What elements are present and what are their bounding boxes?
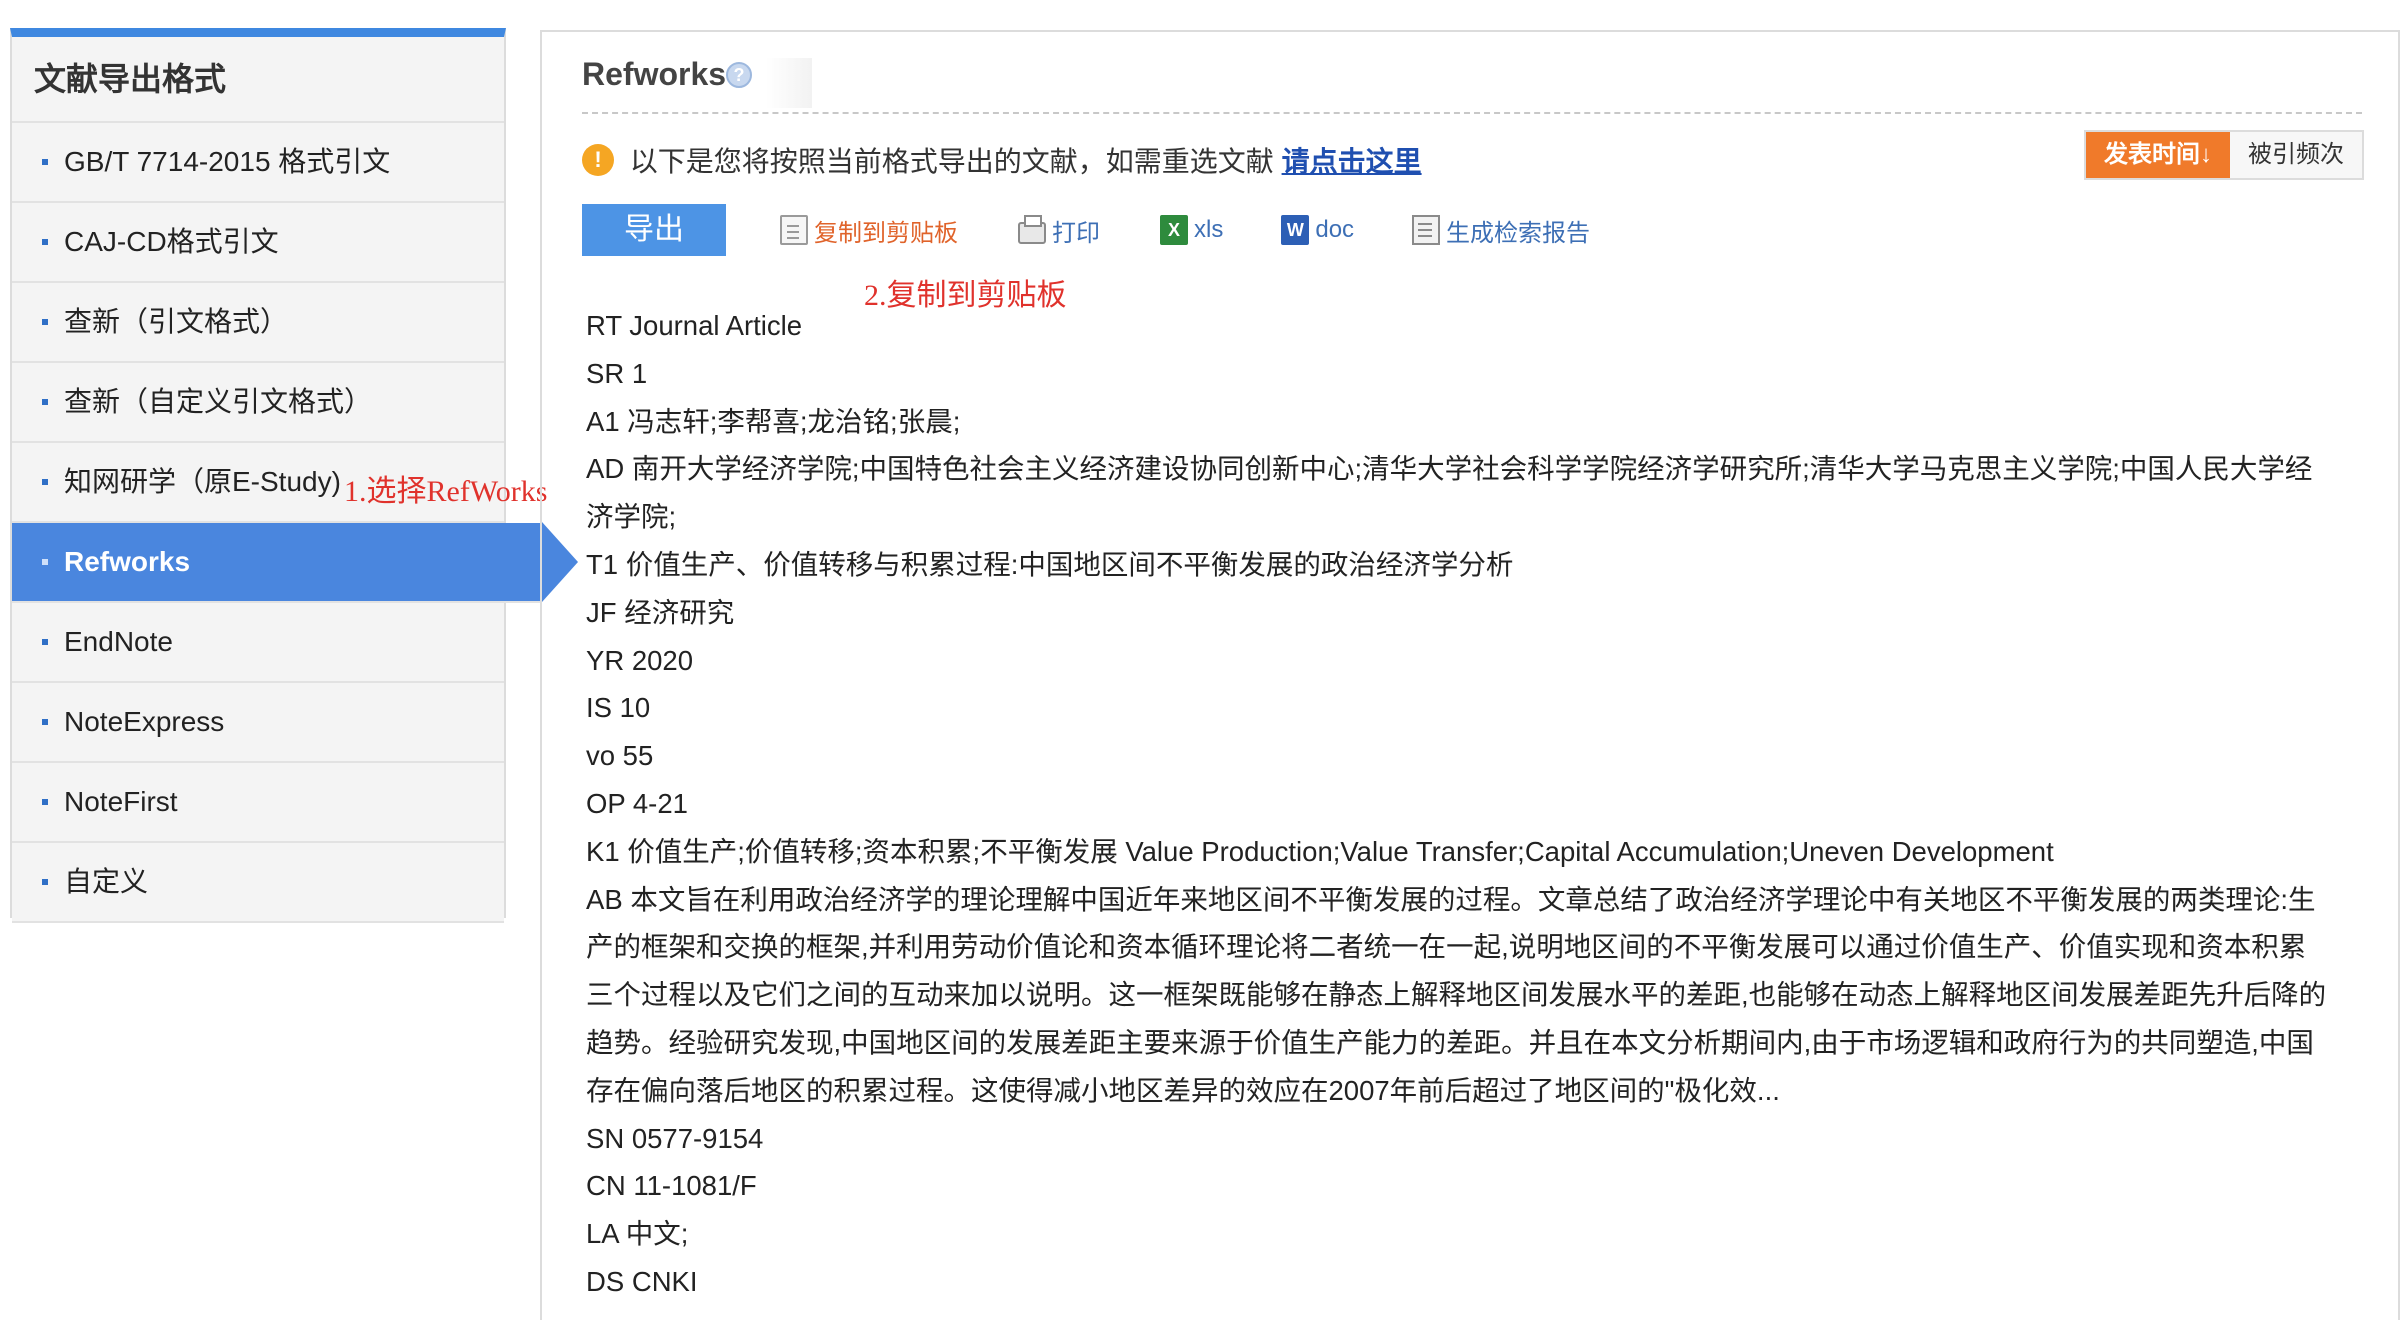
sidebar-item-novelty-custom[interactable]: 查新（自定义引文格式） [12, 363, 504, 443]
copy-label: 复制到剪贴板 [814, 219, 958, 247]
record-line: RT Journal Article [586, 310, 803, 341]
record-line: T1 价值生产、价值转移与积累过程:中国地区间不平衡发展的政治经济学分析 [586, 548, 1514, 580]
main-panel: Refworks ? ! 以下是您将按照当前格式导出的文献，如需重选文献 请点击… [540, 30, 2400, 1320]
page-title: Refworks [582, 56, 727, 92]
sidebar-item-label: NoteExpress [64, 706, 225, 737]
record-line: JF 经济研究 [586, 596, 735, 628]
export-toolbar: 导出 复制到剪贴板 打印 X xls W doc 生成检索报告 [582, 204, 1590, 256]
reselect-link[interactable]: 请点击这里 [1282, 146, 1422, 177]
record-line: SR 1 [586, 357, 648, 389]
print-button[interactable]: 打印 [1018, 213, 1100, 248]
notice-text: 以下是您将按照当前格式导出的文献，如需重选文献 [629, 146, 1274, 177]
sidebar-item-novelty-citation[interactable]: 查新（引文格式） [12, 283, 504, 363]
sidebar-item-custom[interactable]: 自定义 [12, 843, 504, 923]
sidebar-item-notefirst[interactable]: NoteFirst [12, 763, 504, 843]
word-icon: W [1281, 215, 1310, 245]
bullet-icon [42, 639, 48, 645]
record-line: 济学院; [586, 501, 677, 533]
sidebar-item-label: 查新（自定义引文格式） [64, 386, 373, 417]
record-line: DS CNKI [586, 1265, 698, 1297]
report-icon [1412, 215, 1441, 245]
export-doc-button[interactable]: W doc [1281, 215, 1354, 245]
annotation-step1: 1.选择RefWorks [344, 475, 548, 508]
sidebar-item-label: Refworks [64, 546, 191, 577]
record-line: LA 中文; [586, 1218, 689, 1250]
bullet-icon [42, 159, 48, 165]
record-line: YR 2020 [586, 644, 694, 676]
record-line: IS 10 [586, 692, 651, 724]
sort-group: 发表时间↓ 被引频次 [2084, 130, 2364, 180]
notice-bar: ! 以下是您将按照当前格式导出的文献，如需重选文献 请点击这里 [582, 140, 1422, 180]
record-line: vo 55 [586, 740, 654, 772]
bullet-icon [42, 879, 48, 885]
sidebar-item-refworks[interactable]: Refworks [12, 522, 578, 603]
record-line: OP 4-21 [586, 787, 688, 819]
record-line: AD 南开大学经济学院;中国特色社会主义经济建设协同创新中心;清华大学社会科学学… [586, 453, 2313, 485]
report-label: 生成检索报告 [1446, 219, 1591, 247]
sidebar-item-label: 查新（引文格式） [64, 306, 289, 337]
record-line: SN 0577-9154 [586, 1122, 764, 1154]
sidebar-title: 文献导出格式 [12, 37, 504, 123]
record-line: AB 本文旨在利用政治经济学的理论理解中国近年来地区间不平衡发展的过程。文章总结… [586, 883, 2316, 915]
dashed-divider [582, 112, 2362, 114]
sidebar-item-gbt7714[interactable]: GB/T 7714-2015 格式引文 [12, 123, 504, 203]
bullet-icon [42, 559, 48, 565]
sidebar-item-label: GB/T 7714-2015 格式引文 [64, 146, 391, 177]
copy-to-clipboard-button[interactable]: 复制到剪贴板 [780, 213, 958, 248]
clipboard-icon [780, 215, 808, 245]
record-line: 存在偏向落后地区的积累过程。这使得减小地区差异的效应在2007年前后超过了地区间… [586, 1074, 1780, 1106]
record-line: 趋势。经验研究发现,中国地区间的发展差距主要来源于价值生产能力的差距。并且在本文… [586, 1026, 2314, 1058]
sidebar-item-label: NoteFirst [64, 786, 178, 817]
sort-citations-button[interactable]: 被引频次 [2230, 132, 2362, 178]
record-line: A1 冯志轩;李帮喜;龙治铭;张晨; [586, 405, 961, 437]
printer-icon [1018, 215, 1046, 244]
sidebar-item-label: 自定义 [64, 866, 149, 897]
bullet-icon [42, 399, 48, 405]
xls-label: xls [1194, 216, 1224, 243]
bullet-icon [42, 719, 48, 725]
sidebar-item-label: EndNote [64, 626, 173, 657]
help-icon[interactable]: ? [726, 62, 752, 88]
print-label: 打印 [1052, 219, 1100, 247]
arrow-down-icon: ↓ [2200, 141, 2212, 168]
record-line: K1 价值生产;价值转移;资本积累;不平衡发展 Value Production… [586, 835, 2054, 867]
sidebar-item-label: CAJ-CD格式引文 [64, 226, 279, 257]
record-line: 产的框架和交换的框架,并利用劳动价值论和资本循环理论将二者统一在一起,说明地区间… [586, 931, 2307, 963]
bullet-icon [42, 799, 48, 805]
bullet-icon [42, 239, 48, 245]
sidebar-item-noteexpress[interactable]: NoteExpress [12, 683, 504, 763]
generate-report-button[interactable]: 生成检索报告 [1412, 213, 1590, 248]
bullet-icon [42, 479, 48, 485]
bullet-icon [42, 319, 48, 325]
sidebar-item-label: 知网研学（原E-Study) [64, 466, 341, 497]
record-line: 三个过程以及它们之间的互动来加以说明。这一框架既能够在静态上解释地区间发展水平的… [586, 979, 2327, 1011]
record-line: CN 11-1081/F [586, 1170, 757, 1202]
excel-icon: X [1160, 215, 1188, 245]
sort-publish-time-label: 发表时间 [2104, 141, 2200, 168]
export-button[interactable]: 导出 [582, 204, 726, 256]
warning-icon: ! [582, 144, 614, 176]
doc-label: doc [1315, 216, 1355, 243]
sidebar-item-caj-cd[interactable]: CAJ-CD格式引文 [12, 203, 504, 283]
sidebar-item-endnote[interactable]: EndNote [12, 603, 504, 683]
refworks-record: RT Journal Article SR 1 A1 冯志轩;李帮喜;龙治铭;张… [586, 302, 2366, 1306]
sort-publish-time-button[interactable]: 发表时间↓ [2086, 132, 2230, 178]
export-xls-button[interactable]: X xls [1160, 215, 1223, 245]
